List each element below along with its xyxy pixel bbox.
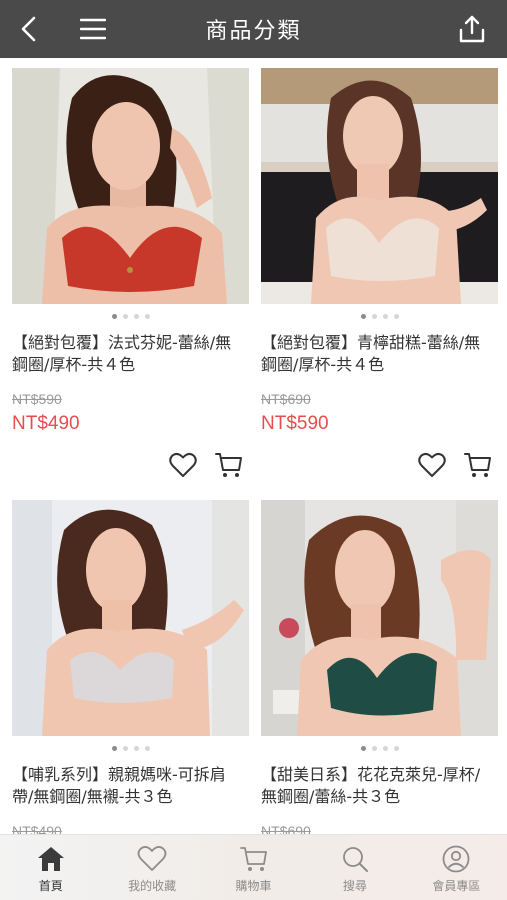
product-name[interactable]: 【絕對包覆】法式芬妮-蕾絲/無鋼圈/厚杯-共４色 (12, 332, 249, 376)
image-carousel-dots[interactable] (12, 314, 249, 320)
product-photo-model (12, 500, 249, 736)
tab-favorites-label: 我的收藏 (128, 879, 177, 893)
carousel-dot[interactable] (393, 314, 399, 319)
image-carousel-dots[interactable] (12, 746, 249, 752)
product-name[interactable]: 【絕對包覆】青檸甜糕-蕾絲/無鋼圈/厚杯-共４色 (261, 332, 498, 376)
original-price: NT$490 (12, 823, 62, 834)
carousel-dot[interactable] (382, 746, 388, 751)
tab-home-label: 首頁 (38, 879, 63, 893)
product-image[interactable] (12, 68, 249, 304)
carousel-dot[interactable] (371, 314, 377, 319)
user-icon (442, 845, 470, 873)
image-carousel-dots[interactable] (261, 314, 498, 320)
cart-icon[interactable] (215, 452, 243, 478)
heart-icon[interactable] (418, 452, 446, 478)
product-image[interactable] (261, 500, 498, 736)
search-icon (343, 847, 368, 872)
carousel-dot[interactable] (122, 746, 128, 751)
tab-search[interactable]: 搜尋 (304, 835, 405, 900)
product-card[interactable]: 【絕對包覆】法式芬妮-蕾絲/無鋼圈/厚杯-共４色 NT$590 NT$490 (12, 68, 249, 477)
home-icon (37, 847, 64, 871)
product-card[interactable]: 【哺乳系列】親親媽咪-可拆肩帶/無鋼圈/無襯-共３色 NT$490 (12, 500, 249, 834)
top-navigation-bar: 商品分類 (0, 0, 507, 58)
carousel-dot[interactable] (133, 314, 139, 319)
cart-icon[interactable] (464, 452, 492, 478)
product-grid: 【絕對包覆】法式芬妮-蕾絲/無鋼圈/厚杯-共４色 NT$590 NT$490 【… (0, 58, 507, 834)
product-name[interactable]: 【哺乳系列】親親媽咪-可拆肩帶/無鋼圈/無襯-共３色 (12, 764, 249, 808)
hamburger-menu-icon (80, 18, 106, 40)
product-card[interactable]: 【絕對包覆】青檸甜糕-蕾絲/無鋼圈/厚杯-共４色 NT$690 NT$590 (261, 68, 498, 477)
sale-price: NT$590 (261, 413, 329, 434)
product-actions (169, 452, 243, 478)
carousel-dot[interactable] (371, 746, 377, 751)
cart-icon (239, 847, 267, 871)
share-button[interactable] (447, 0, 497, 58)
chevron-left-icon (21, 16, 36, 42)
heart-icon[interactable] (169, 452, 197, 478)
tab-cart[interactable]: 購物車 (203, 835, 304, 900)
product-name[interactable]: 【甜美日系】花花克萊兒-厚杯/無鋼圈/蕾絲-共３色 (261, 764, 498, 808)
product-image[interactable] (261, 68, 498, 304)
share-icon (459, 15, 485, 43)
tab-home[interactable]: 首頁 (0, 835, 101, 900)
product-photo-model (261, 500, 498, 736)
carousel-dot[interactable] (144, 314, 150, 319)
product-card[interactable]: 【甜美日系】花花克萊兒-厚杯/無鋼圈/蕾絲-共３色 NT$690 (261, 500, 498, 834)
image-carousel-dots[interactable] (261, 746, 498, 752)
bottom-tab-bar: 首頁 我的收藏 購物車 搜尋 會員專區 (0, 834, 507, 900)
carousel-dot[interactable] (382, 314, 388, 319)
carousel-dot[interactable] (393, 746, 399, 751)
tab-member[interactable]: 會員專區 (406, 835, 507, 900)
original-price: NT$590 (12, 391, 62, 407)
product-image[interactable] (12, 500, 249, 736)
carousel-dot[interactable] (360, 314, 366, 319)
carousel-dot[interactable] (111, 314, 117, 319)
original-price: NT$690 (261, 391, 311, 407)
carousel-dot[interactable] (144, 746, 150, 751)
tab-favorites[interactable]: 我的收藏 (101, 835, 202, 900)
tab-cart-label: 購物車 (235, 879, 272, 893)
page-title: 商品分類 (205, 19, 302, 44)
product-actions (418, 452, 492, 478)
product-photo-model (12, 68, 249, 304)
carousel-dot[interactable] (133, 746, 139, 751)
tab-member-label: 會員專區 (432, 879, 481, 893)
tab-search-label: 搜尋 (342, 879, 367, 893)
back-button[interactable] (4, 0, 54, 58)
product-photo-model (261, 68, 498, 304)
heart-icon (137, 846, 167, 871)
menu-button[interactable] (68, 0, 118, 58)
original-price: NT$690 (261, 823, 311, 834)
carousel-dot[interactable] (122, 314, 128, 319)
carousel-dot[interactable] (360, 746, 366, 751)
carousel-dot[interactable] (111, 746, 117, 751)
sale-price: NT$490 (12, 413, 80, 434)
